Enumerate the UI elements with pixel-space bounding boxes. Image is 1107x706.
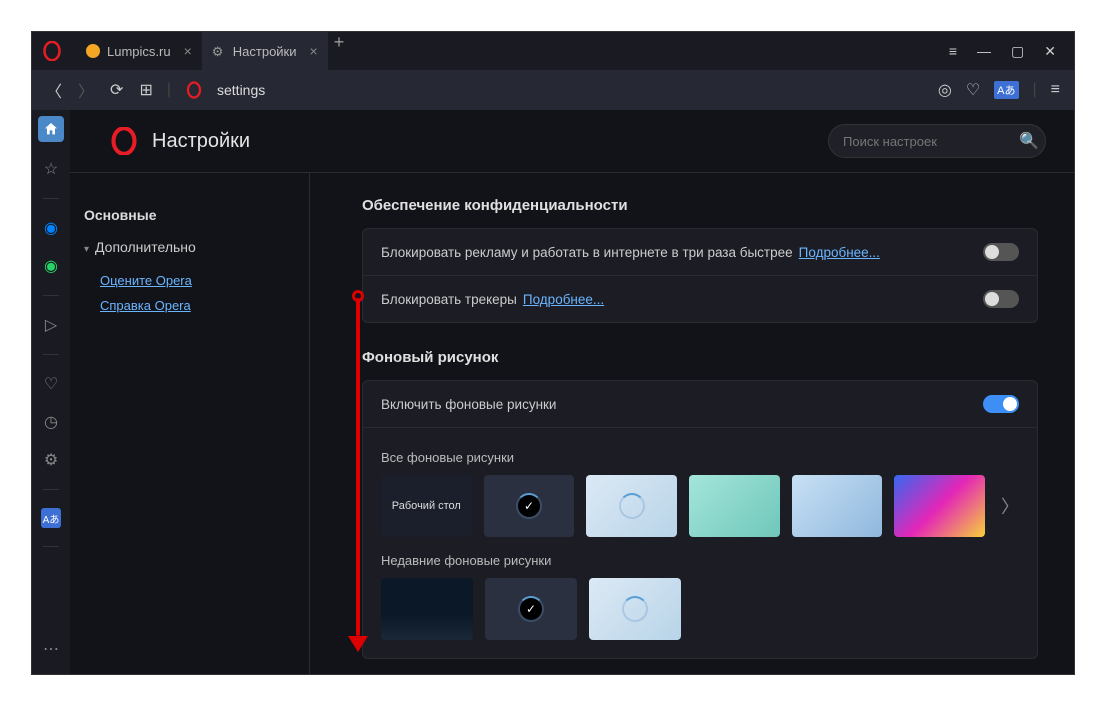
- search-icon: 🔍: [1019, 131, 1039, 151]
- settings-nav: Основные ▾Дополнительно Оцените Opera Сп…: [70, 173, 310, 674]
- home-icon[interactable]: [38, 116, 64, 142]
- opera-logo-icon: [110, 127, 138, 155]
- block-ads-label: Блокировать рекламу и работать в интерне…: [381, 245, 793, 260]
- heart-icon[interactable]: ♡: [966, 80, 980, 100]
- search-input[interactable]: [843, 134, 1019, 149]
- address-field[interactable]: settings: [217, 82, 924, 98]
- learn-more-link[interactable]: Подробнее...: [523, 292, 604, 307]
- settings-search[interactable]: 🔍: [828, 124, 1046, 158]
- close-button[interactable]: ✕: [1044, 43, 1056, 60]
- history-icon[interactable]: ◷: [40, 411, 62, 433]
- wallpaper-dark-selected[interactable]: [484, 475, 575, 537]
- tab-strip: Lumpics.ru × ⚙ Настройки × +: [76, 32, 344, 70]
- opera-badge-icon: [185, 81, 203, 99]
- recent-wallpapers: [381, 578, 1019, 640]
- all-wallpapers: Рабочий стол 〉: [381, 475, 1019, 537]
- wallpaper-thumb[interactable]: [589, 578, 681, 640]
- gear-icon: ⚙: [212, 44, 226, 58]
- translate-rail-icon[interactable]: Aあ: [41, 508, 61, 528]
- easy-setup-icon[interactable]: ≡: [949, 43, 957, 59]
- all-wallpapers-label: Все фоновые рисунки: [381, 450, 1019, 465]
- minimize-button[interactable]: —: [977, 43, 991, 59]
- tab-label: Lumpics.ru: [107, 44, 171, 59]
- rate-opera-link[interactable]: Оцените Opera: [100, 273, 309, 288]
- snapshot-icon[interactable]: ◎: [938, 80, 952, 100]
- wallpaper-thumb[interactable]: [381, 578, 473, 640]
- block-trackers-row: Блокировать трекеры Подробнее...: [363, 276, 1037, 322]
- wallpaper-card: Включить фоновые рисунки Все фоновые рис…: [362, 380, 1038, 659]
- more-icon[interactable]: ⋯: [40, 638, 62, 660]
- wallpaper-thumb[interactable]: [792, 475, 883, 537]
- reload-button[interactable]: ⟳: [110, 80, 123, 100]
- content-area: ☆ ◉ ◉ ▷ ♡ ◷ ⚙ Aあ ⋯ Настройки: [32, 110, 1074, 674]
- page-header: Настройки 🔍: [70, 110, 1074, 172]
- block-trackers-label: Блокировать трекеры: [381, 292, 517, 307]
- send-icon[interactable]: ▷: [40, 314, 62, 336]
- settings-gear-icon[interactable]: ⚙: [40, 449, 62, 471]
- nav-advanced[interactable]: ▾Дополнительно: [84, 231, 309, 263]
- settings-main: Обеспечение конфиденциальности Блокирова…: [310, 173, 1074, 674]
- enable-wallpaper-row: Включить фоновые рисунки: [363, 381, 1037, 428]
- settings-page: Настройки 🔍 Основные ▾Дополнительно Оцен…: [70, 110, 1074, 674]
- enable-wallpaper-toggle[interactable]: [983, 395, 1019, 413]
- wallpaper-thumb[interactable]: [689, 475, 780, 537]
- close-icon[interactable]: ×: [310, 43, 318, 59]
- block-ads-toggle[interactable]: [983, 243, 1019, 261]
- nav-basic[interactable]: Основные: [84, 199, 309, 231]
- bookmarks-icon[interactable]: ☆: [40, 158, 62, 180]
- easy-setup-icon[interactable]: ≡: [1051, 81, 1060, 99]
- maximize-button[interactable]: ▢: [1011, 43, 1024, 60]
- whatsapp-icon[interactable]: ◉: [40, 255, 62, 277]
- learn-more-link[interactable]: Подробнее...: [799, 245, 880, 260]
- opera-app-icon: [42, 41, 62, 61]
- messenger-icon[interactable]: ◉: [40, 217, 62, 239]
- forward-button[interactable]: 〉: [78, 78, 94, 102]
- wallpaper-dark-selected[interactable]: [485, 578, 577, 640]
- back-button[interactable]: 〈: [46, 78, 62, 102]
- privacy-card: Блокировать рекламу и работать в интерне…: [362, 228, 1038, 323]
- translate-icon[interactable]: Aあ: [994, 81, 1018, 99]
- wallpaper-thumb[interactable]: [894, 475, 985, 537]
- block-ads-row: Блокировать рекламу и работать в интерне…: [363, 229, 1037, 276]
- titlebar: Lumpics.ru × ⚙ Настройки × + ≡ — ▢ ✕: [32, 32, 1074, 70]
- next-wallpapers-button[interactable]: 〉: [1001, 493, 1019, 519]
- favicon-lumpics: [86, 44, 100, 58]
- window-controls: ≡ — ▢ ✕: [949, 43, 1074, 60]
- page-title: Настройки: [152, 130, 250, 153]
- close-icon[interactable]: ×: [184, 43, 192, 59]
- new-tab-button[interactable]: +: [334, 32, 345, 70]
- wallpaper-thumb[interactable]: [586, 475, 677, 537]
- wallpaper-title: Фоновый рисунок: [362, 349, 1038, 366]
- tab-label: Настройки: [233, 44, 297, 59]
- browser-window: Lumpics.ru × ⚙ Настройки × + ≡ — ▢ ✕ 〈 〉…: [31, 31, 1075, 675]
- wallpaper-desktop[interactable]: Рабочий стол: [381, 475, 472, 537]
- address-bar: 〈 〉 ⟳ ⊞ | settings ◎ ♡ Aあ | ≡: [32, 70, 1074, 110]
- recent-wallpapers-label: Недавние фоновые рисунки: [381, 553, 1019, 568]
- help-opera-link[interactable]: Справка Opera: [100, 298, 309, 313]
- sidebar-rail: ☆ ◉ ◉ ▷ ♡ ◷ ⚙ Aあ ⋯: [32, 110, 70, 674]
- privacy-title: Обеспечение конфиденциальности: [362, 197, 1038, 214]
- speed-dial-icon[interactable]: ⊞: [139, 80, 152, 100]
- chevron-down-icon: ▾: [84, 244, 89, 255]
- tab-settings[interactable]: ⚙ Настройки ×: [202, 32, 328, 70]
- heart-icon[interactable]: ♡: [40, 373, 62, 395]
- tab-lumpics[interactable]: Lumpics.ru ×: [76, 32, 202, 70]
- enable-wallpaper-label: Включить фоновые рисунки: [381, 397, 556, 412]
- block-trackers-toggle[interactable]: [983, 290, 1019, 308]
